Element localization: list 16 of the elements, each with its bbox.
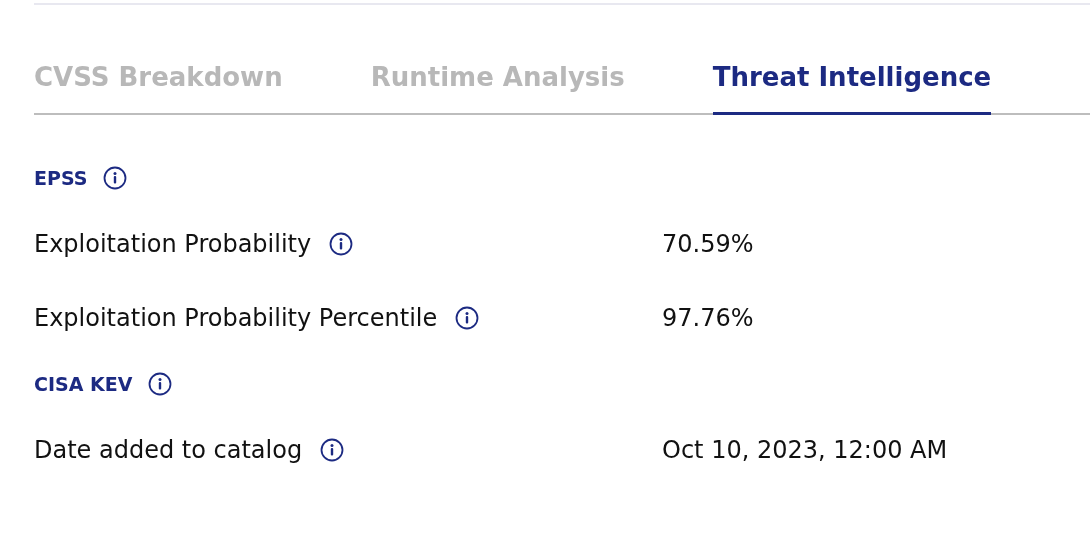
- field-label: Exploitation Probability: [34, 230, 312, 258]
- field-label: Exploitation Probability Percentile: [34, 304, 438, 332]
- tab[interactable]: Runtime Analysis: [370, 62, 625, 115]
- info-icon[interactable]: [148, 372, 173, 396]
- info-icon[interactable]: [103, 166, 128, 190]
- info-icon[interactable]: [329, 232, 354, 256]
- tab[interactable]: Threat Intelligence: [712, 62, 992, 115]
- info-icon[interactable]: [320, 438, 345, 462]
- field-value: 70.59%: [662, 230, 755, 258]
- section-title: CISA KEV: [34, 373, 133, 395]
- field-value: Oct 10, 2023, 12:00 AM: [662, 436, 949, 464]
- field-value: 97.76%: [662, 304, 755, 332]
- section-title: EPSS: [34, 167, 88, 189]
- info-icon[interactable]: [455, 306, 480, 330]
- tab[interactable]: CVSS Breakdown: [34, 62, 283, 115]
- field-label: Date added to catalog: [34, 436, 303, 464]
